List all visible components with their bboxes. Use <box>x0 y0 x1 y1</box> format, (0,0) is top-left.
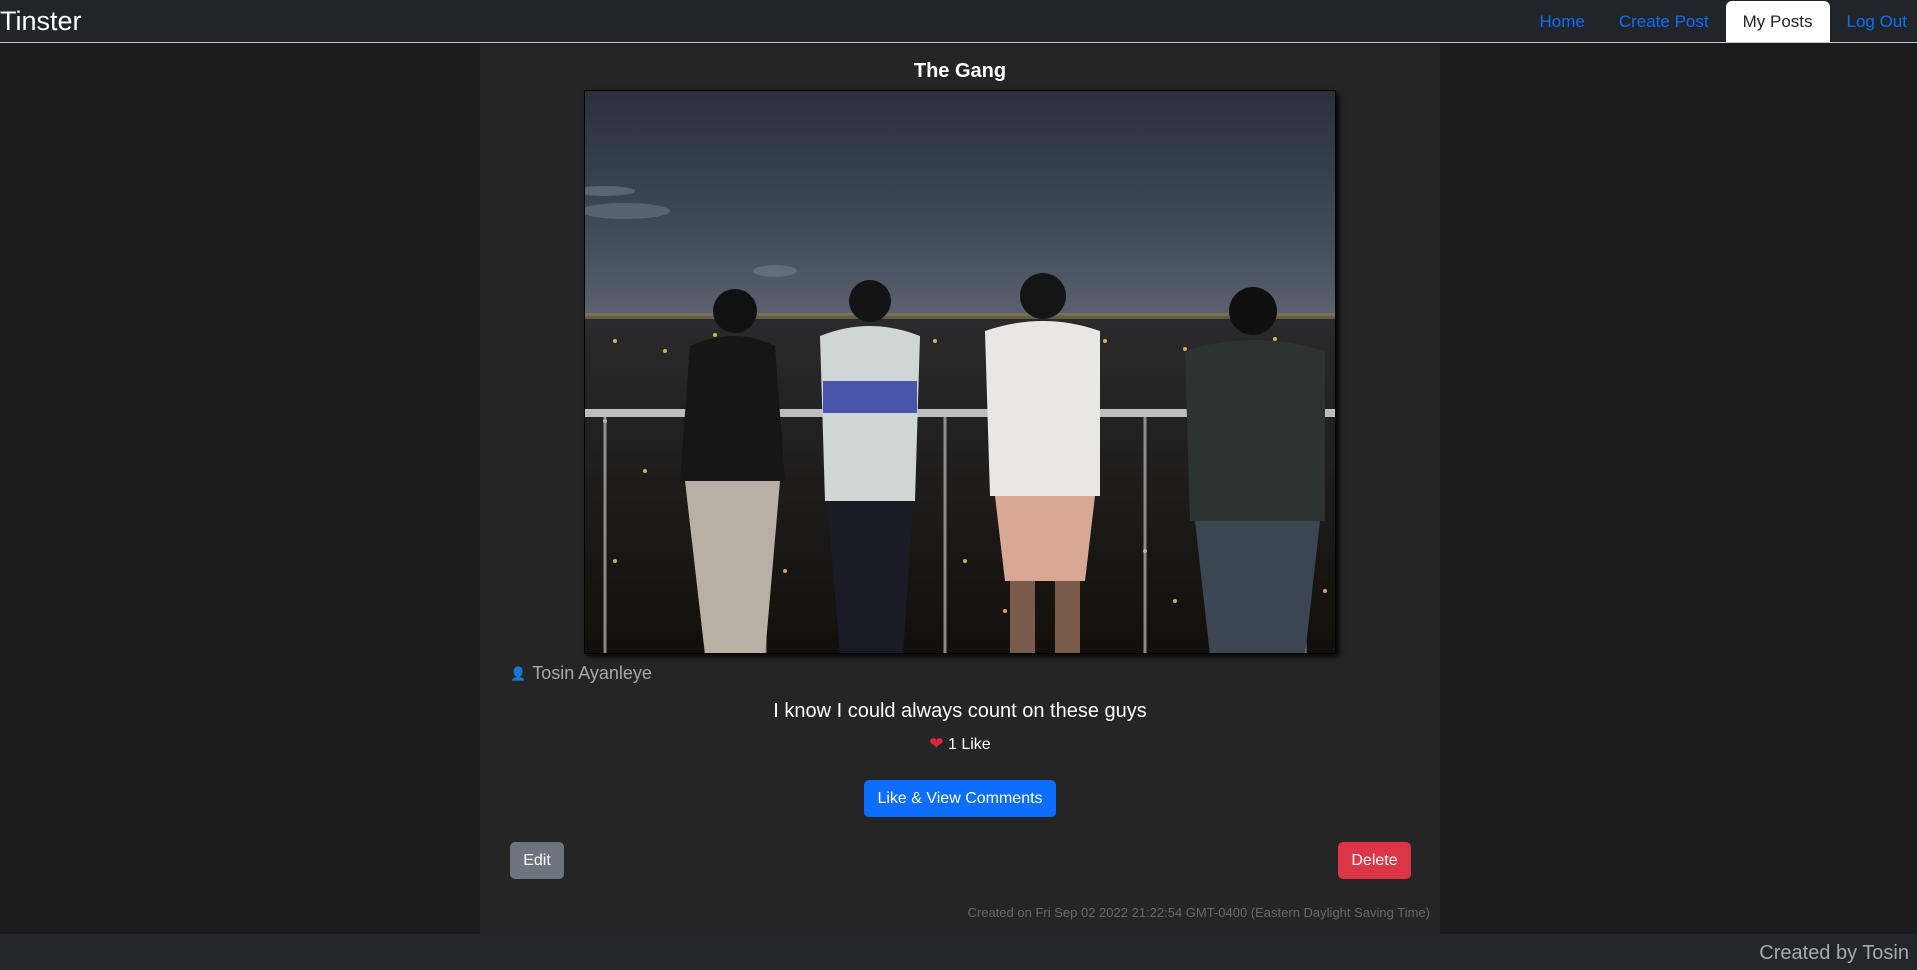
post-card: The Gang 👤 Tosin Ayanleye I know I could… <box>480 44 1440 934</box>
likes-count: ❤ 1 Like <box>480 734 1440 754</box>
nav-log-out-link[interactable]: Log Out <box>1830 1 1917 42</box>
post-title: The Gang <box>913 60 1007 82</box>
edit-button[interactable]: Edit <box>510 842 564 879</box>
nav-create-post-link[interactable]: Create Post <box>1602 1 1726 42</box>
post-image <box>584 90 1336 654</box>
author-name[interactable]: Tosin Ayanleye <box>532 663 652 684</box>
created-timestamp: Created on Fri Sep 02 2022 21:22:54 GMT-… <box>967 905 1430 920</box>
nav-my-posts-link[interactable]: My Posts <box>1725 1 1830 42</box>
post-caption: I know I could always count on these guy… <box>773 700 1147 722</box>
heart-icon: ❤ <box>929 734 944 753</box>
like-view-comments-button[interactable]: Like & View Comments <box>864 780 1056 817</box>
post-author: 👤 Tosin Ayanleye <box>510 663 652 684</box>
nav-home-link[interactable]: Home <box>1522 1 1601 42</box>
likes-text: 1 Like <box>948 736 991 753</box>
person-icon: 👤 <box>510 665 527 681</box>
footer: Created by Tosin <box>0 934 1917 970</box>
top-navbar: Tinster Home Create Post My Posts Log Ou… <box>0 0 1917 43</box>
footer-credit: Created by Tosin <box>1759 942 1909 964</box>
brand-logo[interactable]: Tinster <box>0 5 82 37</box>
delete-button[interactable]: Delete <box>1338 842 1411 879</box>
post-photo-illustration <box>585 91 1335 653</box>
nav-links: Home Create Post My Posts Log Out <box>1522 1 1917 42</box>
